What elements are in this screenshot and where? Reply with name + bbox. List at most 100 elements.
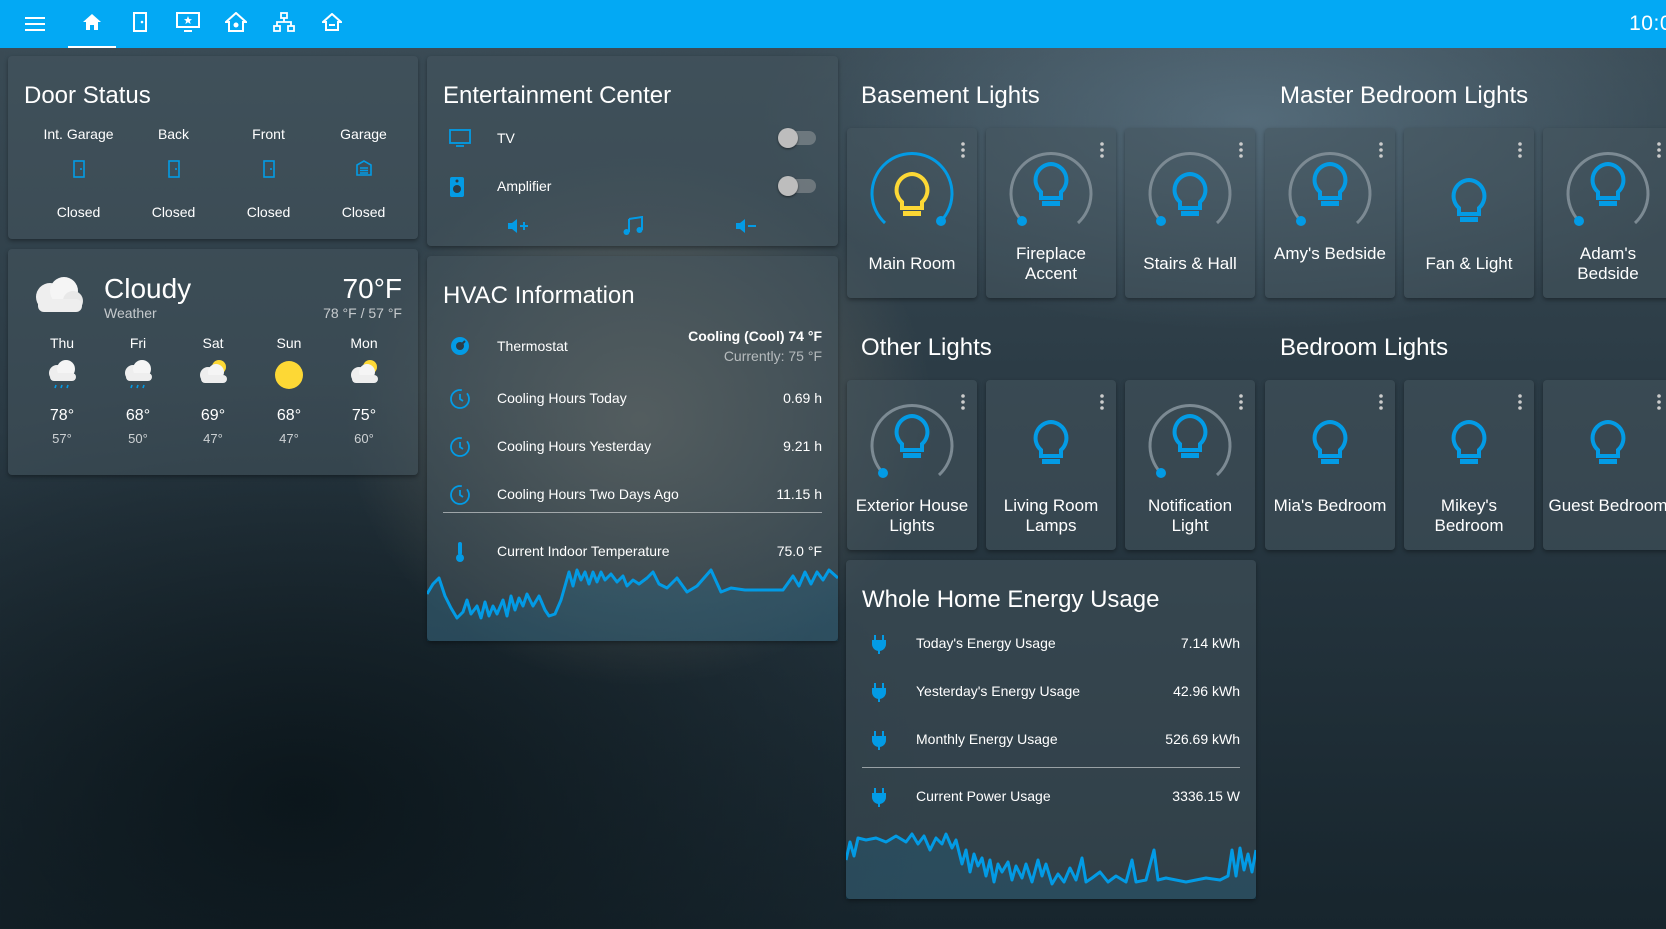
card-title: Door Status [24, 82, 151, 109]
power-plug-icon [868, 729, 890, 751]
light-mias-bedroom[interactable]: Mia's Bedroom [1265, 380, 1395, 550]
hvac-card: HVAC Information Thermostat Cooling (Coo… [427, 256, 838, 641]
light-name: Main Room [868, 254, 956, 273]
entity-name: Thermostat [497, 338, 568, 354]
lightbulb-icon[interactable] [1449, 419, 1489, 471]
weather-card[interactable]: Cloudy Weather 70°F 78 °F / 57 °F Thu 78… [8, 249, 418, 475]
light-living-room-lamps[interactable]: Living Room Lamps [986, 380, 1116, 550]
lightbulb-icon[interactable] [1310, 419, 1350, 471]
weather-temp: 70°F [342, 273, 402, 304]
tab-home-outline[interactable] [308, 0, 356, 48]
more-options-icon[interactable] [1518, 394, 1528, 412]
lightbulb-icon [1170, 413, 1210, 465]
entity-row-power[interactable]: Current Power Usage 3336.15 W [846, 782, 1256, 810]
tab-network[interactable] [260, 0, 308, 48]
volume-up-icon[interactable] [507, 218, 529, 239]
more-options-icon[interactable] [1100, 142, 1110, 160]
light-guest-bedroom[interactable]: Guest Bedroom [1543, 380, 1666, 550]
light-exterior-house[interactable]: Exterior House Lights [847, 380, 977, 550]
forecast-high: 78° [49, 407, 75, 424]
forecast-day: Sat 69° 47° [183, 335, 243, 446]
forecast-high: 68° [125, 407, 151, 424]
light-name: Notification Light [1147, 496, 1233, 535]
entity-row[interactable]: Yesterday's Energy Usage 42.96 kWh [846, 677, 1256, 705]
light-name: Adam's Bedside [1577, 244, 1639, 283]
lightbulb-icon[interactable] [1031, 419, 1071, 471]
light-stairs-hall[interactable]: Stairs & Hall [1125, 128, 1255, 298]
door-icon [133, 11, 147, 37]
thermostat-current: Currently: 75 °F [723, 348, 822, 364]
divider [443, 512, 822, 513]
light-name: Amy's Bedside [1274, 244, 1386, 263]
weather-condition: Cloudy [104, 273, 192, 304]
tab-rooms[interactable] [212, 0, 260, 48]
entity-row-tv[interactable]: TV [427, 124, 838, 152]
tab-doors[interactable] [116, 0, 164, 48]
lightbulb-icon[interactable] [1449, 177, 1489, 229]
entity-row-thermostat[interactable]: Thermostat Cooling (Cool) 74 °F Currentl… [427, 326, 838, 366]
door-back[interactable]: Back Closed [126, 126, 221, 220]
more-options-icon[interactable] [1379, 394, 1389, 412]
speaker-icon [449, 176, 471, 198]
amplifier-toggle[interactable] [778, 176, 816, 196]
light-adams-bedside[interactable]: Adam's Bedside [1543, 128, 1666, 298]
entity-row[interactable]: Cooling Hours Today 0.69 h [427, 384, 838, 412]
lightbulb-icon[interactable] [1588, 419, 1628, 471]
more-options-icon[interactable] [961, 394, 971, 412]
entity-row-indoor-temp[interactable]: Current Indoor Temperature 75.0 °F [427, 537, 838, 565]
entity-value: 9.21 h [783, 438, 822, 454]
door-garage[interactable]: Garage Closed [316, 126, 411, 220]
entity-name: Today's Energy Usage [916, 635, 1056, 651]
door-label: Front [252, 126, 285, 142]
door-label: Back [157, 126, 190, 142]
entity-name: Cooling Hours Yesterday [497, 438, 652, 454]
forecast-low: 47° [279, 431, 299, 446]
light-main-room[interactable]: Main Room [847, 128, 977, 298]
light-fan-light[interactable]: Fan & Light [1404, 128, 1534, 298]
clock-icon [449, 388, 471, 410]
thermostat-state: Cooling (Cool) 74 °F [688, 328, 822, 344]
door-front[interactable]: Front Closed [221, 126, 316, 220]
section-title-master: Master Bedroom Lights [1280, 82, 1529, 109]
entity-name: Amplifier [497, 178, 552, 194]
forecast-day: Mon 75° 60° [334, 335, 394, 446]
light-mikeys-bedroom[interactable]: Mikey's Bedroom [1404, 380, 1534, 550]
light-notification[interactable]: Notification Light [1125, 380, 1255, 550]
energy-card: Whole Home Energy Usage Today's Energy U… [846, 560, 1256, 899]
entity-row[interactable]: Cooling Hours Two Days Ago 11.15 h [427, 480, 838, 508]
entity-row[interactable]: Cooling Hours Yesterday 9.21 h [427, 432, 838, 460]
more-options-icon[interactable] [1657, 142, 1666, 160]
door-label: Garage [340, 126, 387, 142]
divider [862, 767, 1240, 768]
more-options-icon[interactable] [1100, 394, 1110, 412]
television-icon [449, 128, 471, 150]
more-options-icon[interactable] [1239, 394, 1249, 412]
door-int-garage[interactable]: Int. Garage Closed [31, 126, 126, 220]
light-name: Stairs & Hall [1143, 254, 1237, 273]
volume-down-icon[interactable] [735, 218, 757, 239]
home-outline-icon [320, 12, 344, 36]
menu-icon[interactable] [18, 0, 52, 48]
more-options-icon[interactable] [1239, 142, 1249, 160]
more-options-icon[interactable] [1379, 142, 1389, 160]
light-name: Living Room Lamps [1003, 496, 1099, 535]
entity-name: Yesterday's Energy Usage [916, 683, 1081, 699]
music-note-icon[interactable] [622, 215, 644, 241]
entity-row-amplifier[interactable]: Amplifier [427, 172, 838, 200]
garage-icon [316, 146, 411, 186]
light-amys-bedside[interactable]: Amy's Bedside [1265, 128, 1395, 298]
more-options-icon[interactable] [1518, 142, 1528, 160]
entity-row[interactable]: Monthly Energy Usage 526.69 kWh [846, 725, 1256, 753]
power-plug-icon [868, 681, 890, 703]
door-closed-icon [221, 146, 316, 186]
light-name: Mia's Bedroom [1273, 496, 1387, 515]
more-options-icon[interactable] [1657, 394, 1666, 412]
thermometer-icon [449, 541, 471, 563]
more-options-icon[interactable] [961, 142, 971, 160]
section-title-other: Other Lights [861, 334, 992, 361]
light-fireplace-accent[interactable]: Fireplace Accent [986, 128, 1116, 298]
tv-toggle[interactable] [778, 128, 816, 148]
tab-media[interactable] [164, 0, 212, 48]
tab-home[interactable] [68, 0, 116, 48]
entity-row[interactable]: Today's Energy Usage 7.14 kWh [846, 629, 1256, 657]
